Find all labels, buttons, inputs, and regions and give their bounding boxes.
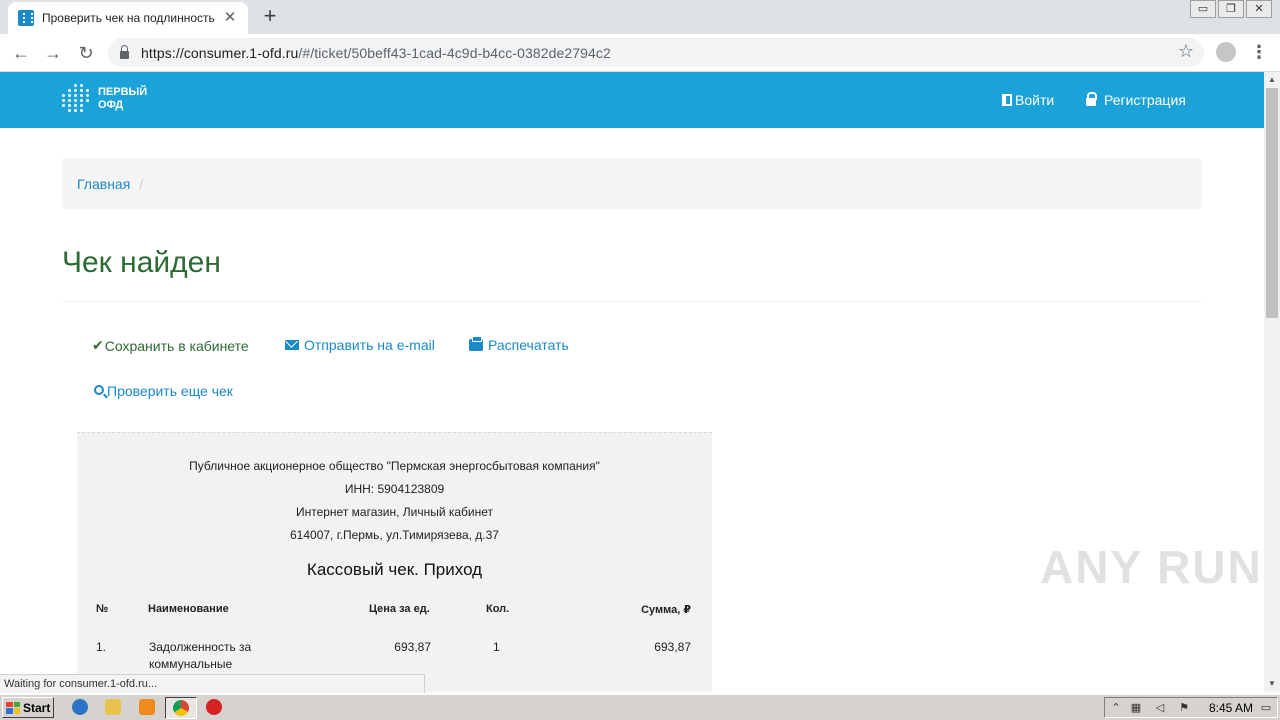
receipt-inn: ИНН: 5904123809 — [344, 482, 445, 496]
minimize-button[interactable]: ▭ — [1190, 0, 1216, 18]
page-viewport: ПЕРВЫЙ ОФД Войти Регистрация Главная / Ч… — [0, 72, 1264, 692]
page-title: Чек найден — [62, 246, 221, 279]
checkmark-icon: ✔ — [92, 337, 104, 353]
scroll-up-arrow-icon[interactable]: ▲ — [1264, 72, 1280, 88]
restore-button[interactable]: ❐ — [1218, 0, 1244, 18]
print-label: Распечатать — [488, 337, 569, 353]
receipt-company: Публичное акционерное общество "Пермская… — [189, 459, 600, 473]
row-sum: 693,87 — [654, 640, 691, 654]
lock-icon — [120, 44, 129, 59]
alert-icon[interactable] — [206, 699, 222, 715]
breadcrumb-separator: / — [139, 175, 144, 192]
bookmark-star-icon[interactable]: ☆ — [1178, 41, 1194, 62]
breadcrumb-home-link[interactable]: Главная — [77, 176, 130, 192]
receipt: Публичное акционерное общество "Пермская… — [77, 432, 712, 692]
breadcrumb: Главная / — [62, 158, 1202, 209]
url-path: /#/ticket/50beff43-1cad-4c9d-b4cc-0382de… — [298, 44, 611, 61]
ie-icon[interactable] — [72, 699, 88, 715]
chrome-icon — [173, 700, 189, 716]
anyrun-watermark: ANY RUN — [1040, 541, 1263, 593]
scroll-thumb[interactable] — [1266, 88, 1278, 318]
scroll-down-arrow-icon[interactable]: ▼ — [1264, 676, 1280, 692]
status-bubble: Waiting for consumer.1-ofd.ru... — [0, 674, 425, 693]
profile-avatar[interactable] — [1216, 42, 1236, 62]
row-name: Задолженность за коммунальные — [149, 640, 252, 671]
browser-tab-active[interactable]: Проверить чек на подлинность он ✕ — [8, 2, 248, 34]
col-header-sum: Сумма, ₽ — [641, 604, 691, 616]
col-header-qty: Кол. — [486, 603, 510, 615]
site-header: ПЕРВЫЙ ОФД Войти Регистрация — [0, 72, 1264, 128]
url-text: https://consumer.1-ofd.ru/#/ticket/50bef… — [141, 45, 611, 61]
page-scrollbar[interactable]: ▲ ▼ — [1264, 72, 1280, 692]
save-label: Сохранить в кабинете — [104, 337, 249, 354]
start-button[interactable]: Start — [2, 697, 54, 718]
new-tab-button[interactable]: + — [260, 5, 280, 27]
flag-icon[interactable]: ⚑ — [1177, 701, 1191, 715]
start-label: Start — [23, 700, 51, 715]
logo-text: ПЕРВЫЙ ОФД — [98, 86, 147, 112]
show-desktop-icon[interactable]: ▭ — [1259, 701, 1273, 715]
tray-expand-icon[interactable]: ⌃ — [1109, 701, 1123, 715]
door-icon — [1002, 94, 1012, 106]
logo-line2: ОФД — [98, 99, 124, 111]
send-email-link[interactable]: Отправить на e-mail — [285, 337, 435, 353]
system-tray: ⌃ ▦ ◁ ⚑ 8:45 AM ▭ — [1104, 697, 1278, 718]
site-favicon-icon — [18, 10, 34, 26]
logo-dots-icon — [62, 84, 92, 114]
col-header-num: № — [96, 603, 109, 615]
print-link[interactable]: Распечатать — [469, 336, 569, 353]
receipt-shop: Интернет магазин, Личный кабинет — [295, 505, 494, 519]
reload-button[interactable]: ↻ — [75, 42, 97, 64]
printer-icon — [469, 336, 483, 351]
address-bar[interactable]: https://consumer.1-ofd.ru/#/ticket/50bef… — [108, 38, 1204, 67]
windows-taskbar: Start ⌃ ▦ ◁ ⚑ 8:45 AM ▭ — [0, 694, 1280, 720]
check-again-label: Проверить еще чек — [107, 383, 233, 399]
padlock-icon — [1086, 92, 1097, 106]
register-link[interactable]: Регистрация — [1086, 92, 1186, 108]
envelope-icon — [285, 340, 299, 350]
title-divider — [62, 301, 1202, 302]
login-label: Войти — [1015, 92, 1055, 108]
tab-title: Проверить чек на подлинность он — [42, 11, 216, 25]
receipt-heading: Кассовый чек. Приход — [306, 560, 483, 579]
folder-icon[interactable] — [105, 699, 121, 715]
row-num: 1. — [96, 640, 107, 654]
save-to-account-link[interactable]: ✔ Сохранить в кабинете — [92, 337, 249, 354]
email-label: Отправить на e-mail — [304, 337, 435, 353]
taskbar-clock[interactable]: 8:45 AM — [1209, 701, 1253, 715]
site-logo[interactable]: ПЕРВЫЙ ОФД — [62, 80, 152, 118]
search-icon — [94, 385, 104, 395]
check-again-link[interactable]: Проверить еще чек — [94, 383, 233, 399]
forward-button[interactable]: → — [42, 42, 64, 64]
volume-icon[interactable]: ◁ — [1153, 701, 1167, 715]
window-controls: ▭ ❐ ✕ — [1188, 0, 1272, 18]
media-player-icon[interactable] — [139, 699, 155, 715]
windows-logo-icon — [6, 701, 20, 714]
url-host: https://consumer.1-ofd.ru — [141, 44, 299, 61]
network-icon[interactable]: ▦ — [1129, 701, 1143, 715]
receipt-address: 614007, г.Пермь, ул.Тимирязева, д.37 — [290, 528, 499, 542]
browser-tabstrip: Проверить чек на подлинность он ✕ + ▭ ❐ … — [0, 0, 1280, 34]
browser-toolbar: ← → ↻ https://consumer.1-ofd.ru/#/ticket… — [0, 34, 1280, 72]
logo-line1: ПЕРВЫЙ — [98, 86, 148, 98]
close-window-button[interactable]: ✕ — [1246, 0, 1272, 18]
row-price: 693,87 — [394, 640, 431, 654]
col-header-name: Наименование — [148, 603, 229, 615]
tab-close-icon[interactable]: ✕ — [222, 10, 238, 26]
col-header-price: Цена за ед. — [369, 603, 430, 615]
register-label: Регистрация — [1104, 92, 1186, 108]
browser-menu-icon[interactable]: ⋮ — [1250, 40, 1268, 64]
back-button[interactable]: ← — [10, 42, 32, 64]
row-qty: 1 — [493, 640, 500, 654]
login-link[interactable]: Войти — [1002, 92, 1054, 108]
